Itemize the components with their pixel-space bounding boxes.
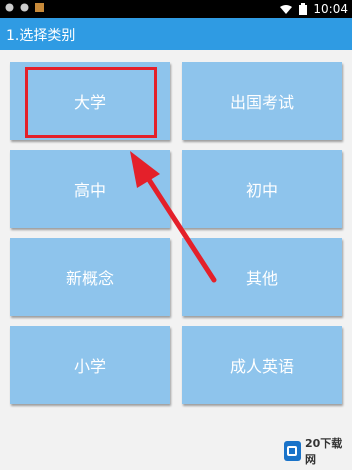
notification-icon (5, 3, 14, 12)
category-tile-adult-english[interactable]: 成人英语 (182, 326, 342, 404)
annotation-highlight-box (25, 67, 157, 138)
category-label: 成人英语 (229, 357, 294, 376)
category-tile-high-school[interactable]: 高中 (10, 150, 170, 228)
category-label: 新概念 (65, 269, 114, 288)
notification-icon (20, 3, 29, 12)
category-label: 小学 (73, 357, 106, 376)
page-title: 1.选择类别 (6, 28, 76, 44)
category-tile-primary-school[interactable]: 小学 (10, 326, 170, 404)
watermark-logo: 20下载网 (284, 437, 346, 466)
wifi-icon (280, 4, 293, 14)
notification-icons (4, 2, 45, 13)
category-label: 出国考试 (229, 93, 294, 112)
app-bar: 1.选择类别 (0, 18, 352, 50)
category-label: 初中 (245, 181, 278, 200)
status-bar: 10:04 (0, 0, 352, 18)
watermark-text: 20下载网 (304, 437, 343, 466)
category-tile-new-concept[interactable]: 新概念 (10, 238, 170, 316)
status-indicators: 10:04 (279, 2, 348, 16)
category-tile-junior-high[interactable]: 初中 (182, 150, 342, 228)
clock: 10:04 (313, 2, 348, 16)
battery-icon (299, 3, 308, 15)
app-notification-icon (35, 3, 44, 12)
category-label: 高中 (73, 181, 106, 200)
category-grid: 大学 出国考试 高中 初中 新概念 其他 小学 成人英语 20下载网 (0, 50, 352, 470)
watermark-icon (284, 441, 301, 461)
category-tile-other[interactable]: 其他 (182, 238, 342, 316)
category-label: 其他 (245, 269, 278, 288)
category-tile-study-abroad-exam[interactable]: 出国考试 (182, 62, 342, 140)
